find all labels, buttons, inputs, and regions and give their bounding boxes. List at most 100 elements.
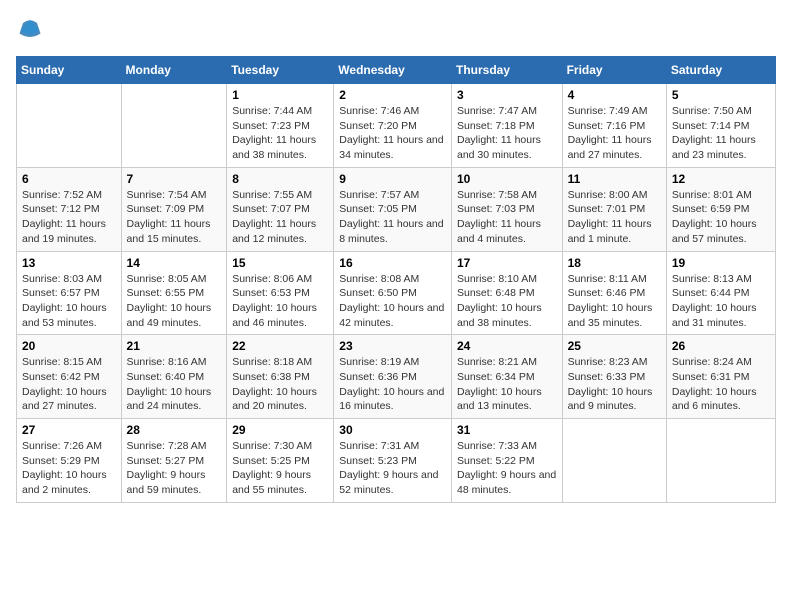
day-number: 21: [127, 339, 222, 353]
day-number: 17: [457, 256, 557, 270]
day-number: 5: [672, 88, 770, 102]
calendar-cell: 25Sunrise: 8:23 AM Sunset: 6:33 PM Dayli…: [562, 335, 666, 419]
day-info: Sunrise: 7:28 AM Sunset: 5:27 PM Dayligh…: [127, 439, 222, 498]
calendar-cell: [121, 84, 227, 168]
day-number: 24: [457, 339, 557, 353]
calendar-cell: 15 Sunrise: 8:06 AM Sunset: 6:53 PM Dayli…: [227, 251, 334, 335]
calendar-cell: 29 Sunrise: 7:30 AM Sunset: 5:25 PM Dayli…: [227, 419, 334, 503]
calendar-cell: 9 Sunrise: 7:57 AM Sunset: 7:05 PM Daylig…: [334, 167, 452, 251]
weekday-header: Monday: [121, 57, 227, 84]
calendar-cell: 24 Sunrise: 8:21 AM Sunset: 6:34 PM Dayli…: [451, 335, 562, 419]
calendar-table: SundayMondayTuesdayWednesdayThursdayFrid…: [16, 56, 776, 503]
day-number: 29: [232, 423, 328, 437]
day-info: Sunrise: 8:08 AM Sunset: 6:50 PM Dayligh…: [339, 272, 446, 331]
calendar-cell: 12 Sunrise: 8:01 AM Sunset: 6:59 PM Dayli…: [666, 167, 775, 251]
calendar-cell: 27 Sunrise: 7:26 AM Sunset: 5:29 PM Dayli…: [17, 419, 122, 503]
calendar-week-row: 27 Sunrise: 7:26 AM Sunset: 5:29 PM Dayli…: [17, 419, 776, 503]
calendar-cell: 2 Sunrise: 7:46 AM Sunset: 7:20 PM Daylig…: [334, 84, 452, 168]
calendar-cell: 7 Sunrise: 7:54 AM Sunset: 7:09 PM Daylig…: [121, 167, 227, 251]
calendar-cell: 31Sunrise: 7:33 AM Sunset: 5:22 PM Dayli…: [451, 419, 562, 503]
day-info: Sunrise: 8:06 AM Sunset: 6:53 PM Dayligh…: [232, 272, 328, 331]
calendar-cell: [562, 419, 666, 503]
weekday-header: Tuesday: [227, 57, 334, 84]
calendar-cell: 18 Sunrise: 8:11 AM Sunset: 6:46 PM Dayli…: [562, 251, 666, 335]
calendar-cell: 5 Sunrise: 7:50 AM Sunset: 7:14 PM Daylig…: [666, 84, 775, 168]
day-info: Sunrise: 7:57 AM Sunset: 7:05 PM Dayligh…: [339, 188, 446, 247]
calendar-cell: 1 Sunrise: 7:44 AM Sunset: 7:23 PM Daylig…: [227, 84, 334, 168]
day-info: Sunrise: 8:03 AM Sunset: 6:57 PM Dayligh…: [22, 272, 116, 331]
calendar-cell: [17, 84, 122, 168]
day-info: Sunrise: 7:54 AM Sunset: 7:09 PM Dayligh…: [127, 188, 222, 247]
calendar-cell: 8 Sunrise: 7:55 AM Sunset: 7:07 PM Daylig…: [227, 167, 334, 251]
day-info: Sunrise: 8:24 AM Sunset: 6:31 PM Dayligh…: [672, 355, 770, 414]
day-number: 27: [22, 423, 116, 437]
day-info: Sunrise: 8:16 AM Sunset: 6:40 PM Dayligh…: [127, 355, 222, 414]
weekday-header: Sunday: [17, 57, 122, 84]
day-number: 19: [672, 256, 770, 270]
calendar-week-row: 6Sunrise: 7:52 AM Sunset: 7:12 PM Daylig…: [17, 167, 776, 251]
day-info: Sunrise: 7:52 AM Sunset: 7:12 PM Dayligh…: [22, 188, 116, 247]
day-info: Sunrise: 7:46 AM Sunset: 7:20 PM Dayligh…: [339, 104, 446, 163]
day-number: 8: [232, 172, 328, 186]
day-info: Sunrise: 7:47 AM Sunset: 7:18 PM Dayligh…: [457, 104, 557, 163]
day-number: 1: [232, 88, 328, 102]
calendar-cell: 6Sunrise: 7:52 AM Sunset: 7:12 PM Daylig…: [17, 167, 122, 251]
day-number: 14: [127, 256, 222, 270]
day-number: 11: [568, 172, 661, 186]
calendar-cell: 16 Sunrise: 8:08 AM Sunset: 6:50 PM Dayli…: [334, 251, 452, 335]
day-number: 2: [339, 88, 446, 102]
calendar-cell: 19 Sunrise: 8:13 AM Sunset: 6:44 PM Dayli…: [666, 251, 775, 335]
day-number: 28: [127, 423, 222, 437]
calendar-week-row: 20Sunrise: 8:15 AM Sunset: 6:42 PM Dayli…: [17, 335, 776, 419]
page-header: [16, 16, 776, 44]
calendar-cell: [666, 419, 775, 503]
day-info: Sunrise: 7:31 AM Sunset: 5:23 PM Dayligh…: [339, 439, 446, 498]
calendar-cell: 3 Sunrise: 7:47 AM Sunset: 7:18 PM Daylig…: [451, 84, 562, 168]
day-info: Sunrise: 8:00 AM Sunset: 7:01 PM Dayligh…: [568, 188, 661, 247]
day-info: Sunrise: 8:13 AM Sunset: 6:44 PM Dayligh…: [672, 272, 770, 331]
day-info: Sunrise: 7:44 AM Sunset: 7:23 PM Dayligh…: [232, 104, 328, 163]
day-number: 4: [568, 88, 661, 102]
day-info: Sunrise: 7:26 AM Sunset: 5:29 PM Dayligh…: [22, 439, 116, 498]
day-info: Sunrise: 8:18 AM Sunset: 6:38 PM Dayligh…: [232, 355, 328, 414]
day-info: Sunrise: 7:49 AM Sunset: 7:16 PM Dayligh…: [568, 104, 661, 163]
day-number: 18: [568, 256, 661, 270]
calendar-cell: 22 Sunrise: 8:18 AM Sunset: 6:38 PM Dayli…: [227, 335, 334, 419]
calendar-cell: 26 Sunrise: 8:24 AM Sunset: 6:31 PM Dayli…: [666, 335, 775, 419]
weekday-header: Saturday: [666, 57, 775, 84]
calendar-cell: 20Sunrise: 8:15 AM Sunset: 6:42 PM Dayli…: [17, 335, 122, 419]
day-info: Sunrise: 8:01 AM Sunset: 6:59 PM Dayligh…: [672, 188, 770, 247]
day-number: 23: [339, 339, 446, 353]
day-info: Sunrise: 7:33 AM Sunset: 5:22 PM Dayligh…: [457, 439, 557, 498]
day-number: 9: [339, 172, 446, 186]
day-info: Sunrise: 8:23 AM Sunset: 6:33 PM Dayligh…: [568, 355, 661, 414]
calendar-cell: 4 Sunrise: 7:49 AM Sunset: 7:16 PM Daylig…: [562, 84, 666, 168]
calendar-cell: 17 Sunrise: 8:10 AM Sunset: 6:48 PM Dayli…: [451, 251, 562, 335]
day-number: 15: [232, 256, 328, 270]
day-number: 30: [339, 423, 446, 437]
day-info: Sunrise: 7:55 AM Sunset: 7:07 PM Dayligh…: [232, 188, 328, 247]
day-number: 7: [127, 172, 222, 186]
day-info: Sunrise: 7:58 AM Sunset: 7:03 PM Dayligh…: [457, 188, 557, 247]
day-info: Sunrise: 8:19 AM Sunset: 6:36 PM Dayligh…: [339, 355, 446, 414]
calendar-cell: 10 Sunrise: 7:58 AM Sunset: 7:03 PM Dayli…: [451, 167, 562, 251]
day-number: 3: [457, 88, 557, 102]
day-info: Sunrise: 8:21 AM Sunset: 6:34 PM Dayligh…: [457, 355, 557, 414]
logo-icon: [16, 16, 44, 44]
day-info: Sunrise: 7:30 AM Sunset: 5:25 PM Dayligh…: [232, 439, 328, 498]
weekday-header: Thursday: [451, 57, 562, 84]
day-number: 12: [672, 172, 770, 186]
day-info: Sunrise: 8:10 AM Sunset: 6:48 PM Dayligh…: [457, 272, 557, 331]
calendar-cell: 30 Sunrise: 7:31 AM Sunset: 5:23 PM Dayli…: [334, 419, 452, 503]
day-info: Sunrise: 8:11 AM Sunset: 6:46 PM Dayligh…: [568, 272, 661, 331]
logo: [16, 16, 48, 44]
day-number: 22: [232, 339, 328, 353]
day-info: Sunrise: 7:50 AM Sunset: 7:14 PM Dayligh…: [672, 104, 770, 163]
day-info: Sunrise: 8:15 AM Sunset: 6:42 PM Dayligh…: [22, 355, 116, 414]
calendar-cell: 11 Sunrise: 8:00 AM Sunset: 7:01 PM Dayli…: [562, 167, 666, 251]
day-number: 16: [339, 256, 446, 270]
day-number: 26: [672, 339, 770, 353]
day-number: 10: [457, 172, 557, 186]
day-info: Sunrise: 8:05 AM Sunset: 6:55 PM Dayligh…: [127, 272, 222, 331]
calendar-week-row: 1 Sunrise: 7:44 AM Sunset: 7:23 PM Daylig…: [17, 84, 776, 168]
